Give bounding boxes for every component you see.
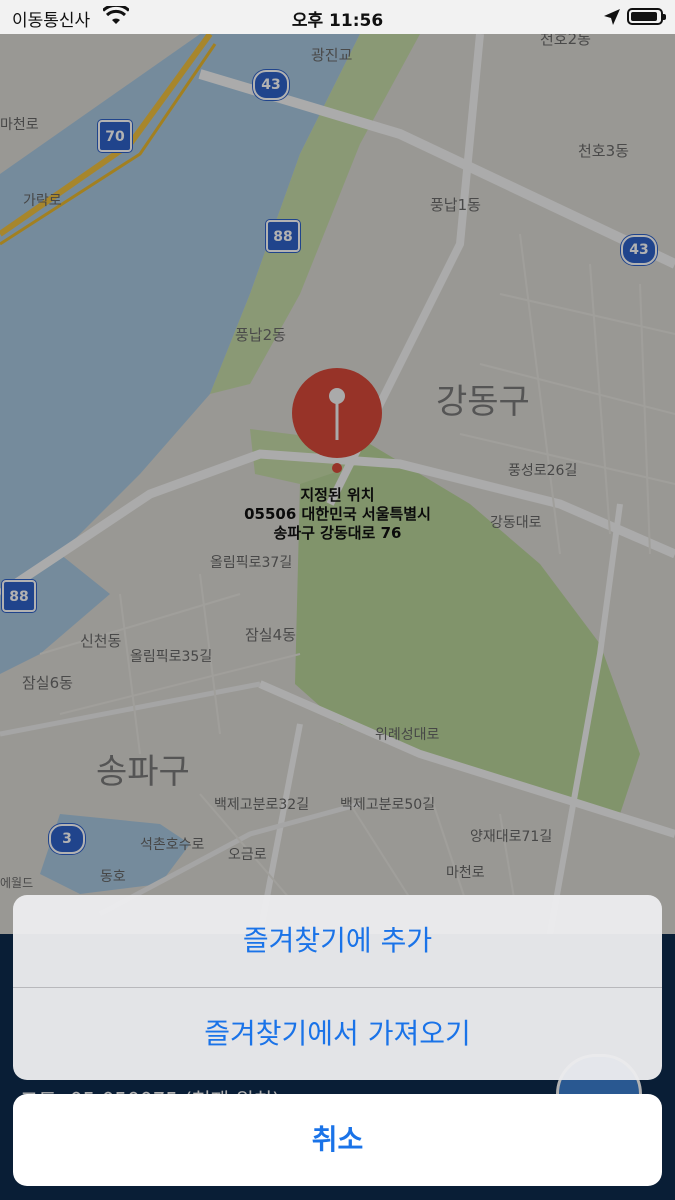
battery-icon (627, 8, 666, 25)
action-sheet: 즐겨찾기에 추가 즐겨찾기에서 가져오기 (13, 895, 662, 1080)
status-bar: 이동통신사 오후 11:56 (0, 0, 675, 34)
import-favorite-button[interactable]: 즐겨찾기에서 가져오기 (13, 988, 662, 1080)
cancel-button[interactable]: 취소 (13, 1094, 662, 1186)
clock: 오후 11:56 (291, 11, 384, 31)
add-favorite-button[interactable]: 즐겨찾기에 추가 (13, 895, 662, 987)
location-arrow-icon (604, 9, 620, 25)
